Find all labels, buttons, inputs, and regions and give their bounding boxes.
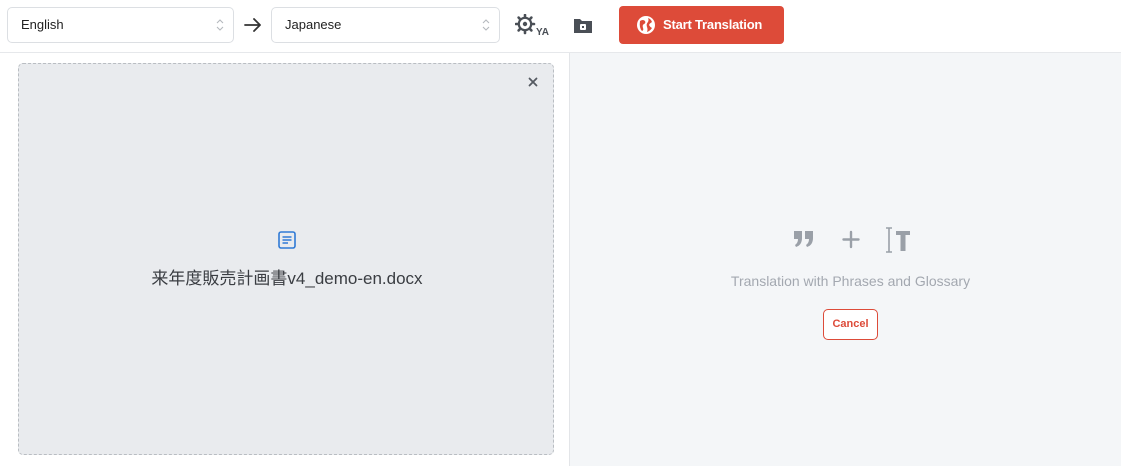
cancel-button[interactable]: Cancel bbox=[823, 309, 878, 340]
target-language-select[interactable]: Japanese bbox=[271, 7, 500, 43]
translation-settings-icon[interactable]: YA bbox=[515, 14, 553, 38]
file-name: 来年度販売計画書v4_demo-en.docx bbox=[151, 269, 423, 288]
folder-icon[interactable] bbox=[573, 16, 593, 34]
arrow-right-icon bbox=[244, 18, 261, 32]
feature-icons bbox=[794, 227, 910, 253]
start-translation-label: Start Translation bbox=[663, 17, 763, 32]
document-icon bbox=[278, 231, 296, 249]
close-icon[interactable] bbox=[526, 75, 540, 89]
translation-page: English Japanese YA Start Translation 来年… bbox=[0, 0, 1121, 466]
toolbar: English Japanese YA Start Translation bbox=[0, 0, 1121, 53]
plus-icon bbox=[842, 230, 860, 249]
source-file-pane: 来年度販売計画書v4_demo-en.docx bbox=[0, 53, 569, 466]
target-language-value: Japanese bbox=[285, 17, 342, 32]
translation-result-pane: Translation with Phrases and Glossary Ca… bbox=[570, 53, 1121, 466]
text-cursor-icon bbox=[886, 227, 910, 253]
quote-icon bbox=[794, 231, 813, 247]
select-caret-icon bbox=[216, 19, 224, 31]
select-caret-icon bbox=[482, 19, 490, 31]
svg-text:YA: YA bbox=[536, 27, 549, 38]
file-dropzone[interactable]: 来年度販売計画書v4_demo-en.docx bbox=[18, 63, 554, 455]
globe-icon bbox=[637, 16, 655, 34]
hint-text: Translation with Phrases and Glossary bbox=[730, 273, 971, 289]
source-language-value: English bbox=[21, 17, 64, 32]
start-translation-button[interactable]: Start Translation bbox=[619, 6, 784, 44]
source-language-select[interactable]: English bbox=[7, 7, 234, 43]
